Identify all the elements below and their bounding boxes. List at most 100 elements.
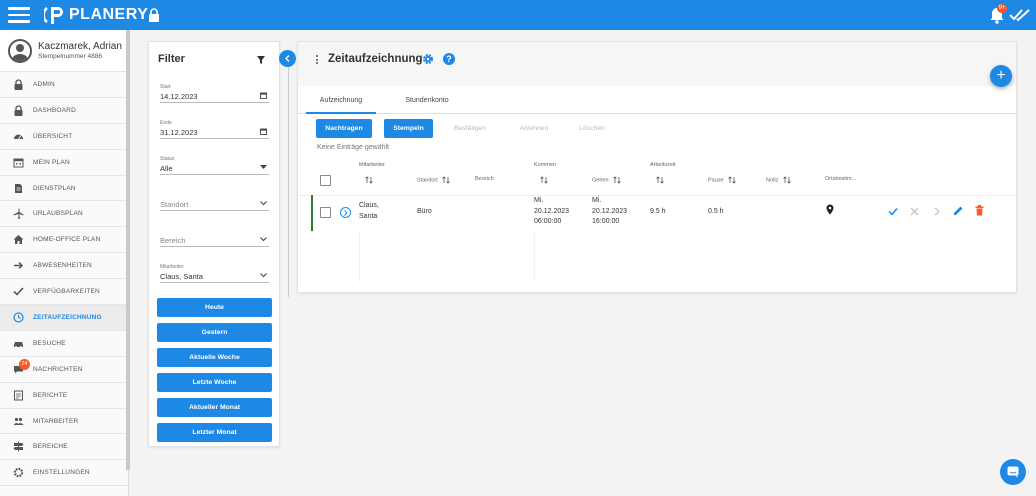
ablehnen-button[interactable]: Ablehnen [508,119,560,138]
chevron-right-icon [344,210,348,216]
stempeln-button[interactable]: Stempeln [384,119,433,138]
double-check-icon[interactable] [1009,8,1031,22]
more-vertical-icon[interactable] [316,55,319,64]
bestaetigen-button[interactable]: Bestätigen [444,119,496,138]
document-icon [12,182,24,194]
sidebar-item-urlaubsplan[interactable]: URLAUBSPLAN [0,201,128,228]
sidebar-item-dashboard[interactable]: DASHBOARD [0,98,128,124]
select-all-checkbox[interactable] [320,175,331,186]
confirm-check-icon[interactable] [888,207,898,216]
column-notiz[interactable]: Notiz [766,176,791,184]
main-panel: Zeitaufzeichnung ? + Aufzeichnung Stunde… [297,41,1017,293]
end-date-field[interactable]: Ende 31.12.2023 [160,120,269,139]
sidebar-item-dienstplan[interactable]: DIENSTPLAN [0,176,128,202]
start-date-value: 14.12.2023 [160,92,198,101]
current-week-button[interactable]: Aktuelle Woche [157,348,272,367]
sidebar-item-nachrichten[interactable]: NACHRICHTEN 24 [0,357,128,383]
sidebar-item-label: DIENSTPLAN [33,184,76,192]
sidebar-item-home-office-plan[interactable]: HOME-OFFICE PLAN [0,227,128,254]
sidebar-item-label: MEIN PLAN [33,158,70,166]
sort-icon[interactable] [540,176,548,184]
sort-icon[interactable] [656,176,664,184]
trash-icon[interactable] [975,205,984,216]
funnel-icon[interactable] [257,56,265,64]
help-icon[interactable]: ? [443,53,455,65]
app-logo[interactable]: PLANERY [44,4,148,26]
lock-icon[interactable] [148,8,160,22]
sidebar-item-einstellungen[interactable]: EINSTELLUNGEN [0,460,128,487]
sidebar-item-zeitaufzeichnung[interactable]: ZEITAUFZEICHNUNG [0,305,128,331]
sidebar-item-label: NACHRICHTEN [33,365,83,373]
tab-aufzeichnung[interactable]: Aufzeichnung [306,92,376,114]
last-month-button[interactable]: Letzter Monat [157,423,272,442]
chevron-right-icon[interactable] [934,207,940,216]
column-arbeitszeit[interactable]: Arbeitszeit [650,162,676,168]
check-icon [12,286,24,298]
sidebar-item-verfuegbarkeiten[interactable]: VERFÜGBARKEITEN [0,279,128,306]
row-divider [298,195,1016,196]
sidebar-item-label: DASHBOARD [33,106,76,114]
clock-icon [12,311,24,323]
row-kommen-time: 06:00:00 [534,218,562,225]
sidebar-item-mitarbeiter[interactable]: MITARBEITER [0,409,128,435]
sidebar-item-uebersicht[interactable]: ÜBERSICHT [0,124,128,150]
sort-icon[interactable] [613,176,621,184]
sidebar-item-admin[interactable]: ADMIN [0,72,128,98]
column-mitarbeiter[interactable]: Mitarbeiter [359,162,385,168]
add-button[interactable]: + [990,65,1012,87]
page-title: Zeitaufzeichnung [328,53,423,65]
calendar-icon[interactable] [260,128,267,135]
sort-icon[interactable] [442,176,451,184]
start-date-field[interactable]: Start 14.12.2023 [160,84,269,103]
sidebar-item-label: ABWESENHEITEN [33,262,92,270]
calendar-icon[interactable] [260,92,267,99]
support-chat-button[interactable] [1000,459,1026,485]
today-button[interactable]: Heute [157,298,272,317]
sidebar-scrollbar[interactable] [126,30,130,470]
status-select[interactable]: Status Alle [160,156,269,175]
menu-icon[interactable] [8,7,30,23]
sort-icon[interactable] [783,176,791,184]
bereich-select[interactable]: Bereich [160,235,269,247]
column-ortsbestimmung[interactable]: Ortsbestim... [825,176,856,182]
filter-title: Filter [158,53,185,65]
column-gehen[interactable]: Gehen [592,176,621,184]
mitarbeiter-select[interactable]: Mitarbeiter Claus, Santa [160,264,269,283]
calendar-icon [12,156,24,168]
sort-icon[interactable] [728,176,736,184]
location-pin-icon[interactable] [826,204,834,215]
column-standort[interactable]: Standort [417,176,451,184]
top-bar: PLANERY 9+ [0,0,1036,30]
standort-select[interactable]: Standort [160,199,269,211]
column-bereich[interactable]: Bereich [475,176,494,182]
loeschen-button[interactable]: Löschen [566,119,618,138]
gear-icon[interactable] [422,53,434,65]
reject-x-icon[interactable] [910,207,919,216]
table-row-kommen: Mi. 20.12.2023 06:00:00 [534,196,569,228]
sidebar-item-mein-plan[interactable]: MEIN PLAN [0,150,128,176]
people-icon [12,415,24,427]
yesterday-button[interactable]: Gestern [157,323,272,342]
column-notiz-label: Notiz [766,177,779,184]
row-checkbox[interactable] [320,207,331,218]
column-pause[interactable]: Pause [708,176,736,184]
sidebar-item-besuche[interactable]: BESUCHE [0,331,128,357]
column-kommen[interactable]: Kommen [534,162,556,168]
sidebar-item-bereiche[interactable]: BEREICHE [0,434,128,461]
nachtragen-button[interactable]: Nachtragen [316,119,372,138]
sort-icon[interactable] [365,176,373,184]
last-week-button[interactable]: Letzte Woche [157,373,272,392]
user-card[interactable]: Kaczmarek, Adrian Stempelnummer 4886 [0,30,128,72]
column-guide [534,232,535,282]
column-kommen-label: Kommen [534,162,557,168]
sidebar-item-berichte[interactable]: BERICHTE [0,383,128,409]
sidebar-item-abwesenheiten[interactable]: ABWESENHEITEN [0,253,128,280]
sidebar-item-label: ADMIN [33,80,55,88]
current-month-button[interactable]: Aktueller Monat [157,398,272,417]
expand-row-button[interactable] [340,207,351,218]
collapse-filter-button[interactable] [279,50,296,67]
sidebar-item-label: HOME-OFFICE PLAN [33,236,101,244]
tab-stundenkonto[interactable]: Stundenkonto [392,92,462,114]
row-kommen-day: Mi. [534,197,544,204]
edit-pencil-icon[interactable] [953,205,964,216]
